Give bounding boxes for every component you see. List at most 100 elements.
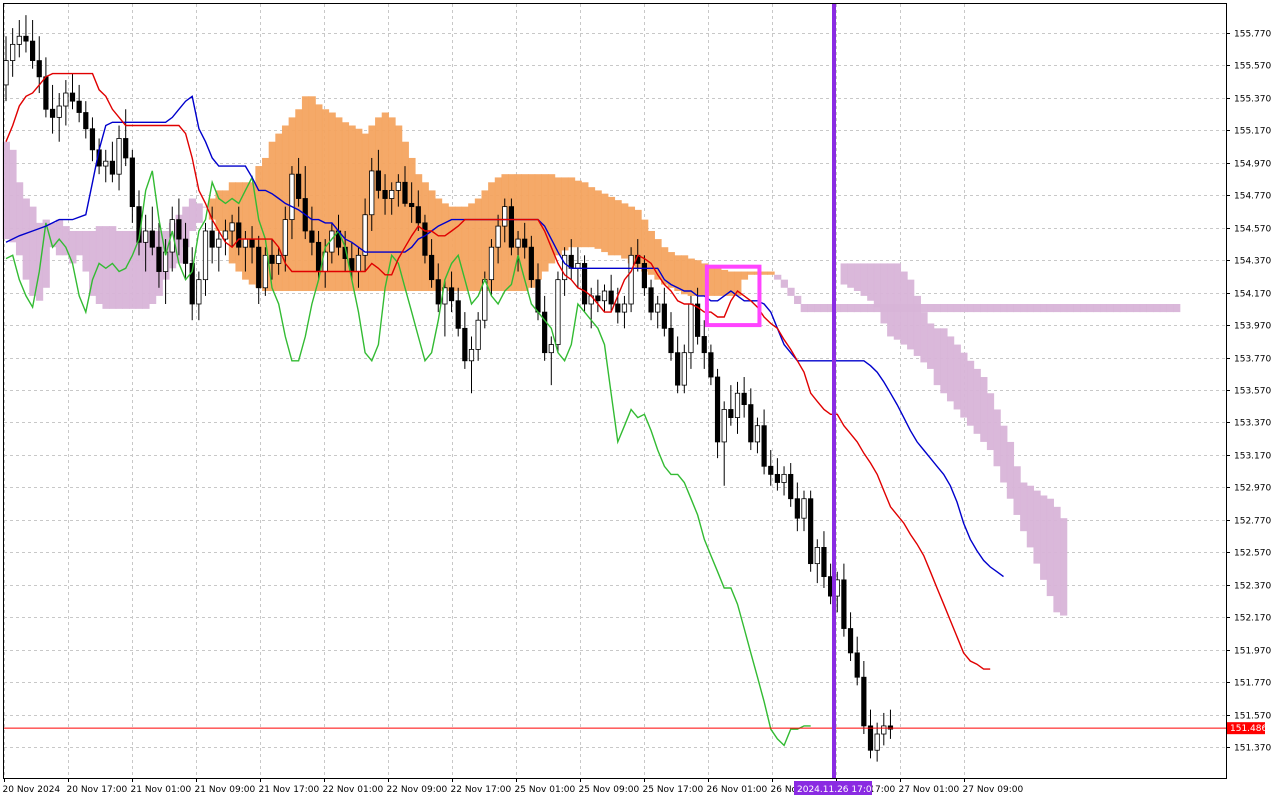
candle-body-bullish	[202, 230, 209, 281]
candle-body-bearish	[714, 376, 721, 443]
candle-body-bullish	[63, 92, 69, 107]
cloud-segment	[1079, 303, 1088, 313]
time-tick-label: 20 Nov 2024	[3, 785, 61, 795]
cloud-segment	[986, 303, 995, 313]
cloud-segment	[335, 117, 343, 292]
candle-body-bearish	[36, 60, 42, 78]
candle-body-bullish	[495, 225, 501, 248]
candle-body-bearish	[675, 352, 681, 386]
candle-body-bullish	[601, 290, 608, 302]
time-tick-label: 21 Nov 01:00	[131, 785, 192, 795]
candle-body-bullish	[575, 263, 581, 269]
cloud-segment	[1139, 303, 1148, 313]
cloud-segment	[933, 303, 941, 313]
cloud-segment	[1053, 303, 1061, 313]
candle-body-bullish	[389, 190, 395, 199]
candle-body-bullish	[515, 238, 521, 248]
time-tick-label: 20 Nov 17:00	[67, 785, 128, 795]
cloud-segment	[747, 271, 755, 275]
cloud-segment	[89, 230, 97, 296]
time-tick-label: 25 Nov 09:00	[579, 785, 640, 795]
cloud-segment	[940, 303, 948, 313]
cloud-segment	[1020, 303, 1028, 313]
cloud-segment	[1060, 303, 1068, 313]
cloud-segment	[1099, 303, 1108, 313]
current-price-label: 151.486	[1230, 724, 1267, 734]
candle-body-bearish	[508, 206, 515, 248]
cloud-segment	[1126, 303, 1134, 313]
cloud-segment	[574, 180, 582, 248]
candle-body-bearish	[595, 295, 601, 302]
candle-body-bearish	[522, 238, 528, 248]
cloud-segment	[840, 303, 848, 313]
candle-body-bearish	[708, 352, 714, 378]
cloud-segment-future	[1026, 485, 1035, 548]
candle-body-bearish	[182, 238, 189, 264]
candle-body-bullish	[282, 219, 288, 256]
cloud-segment-future	[1060, 518, 1068, 616]
cloud-segment	[188, 198, 197, 231]
price-tick-label: 153.170	[1234, 452, 1271, 462]
time-tick-label: 21 Nov 17:00	[259, 785, 320, 795]
cloud-segment	[1113, 303, 1121, 313]
candle-body-bearish	[76, 100, 82, 113]
time-tick-label: 27 Nov 09:00	[963, 785, 1024, 795]
cloud-segment	[973, 303, 981, 313]
candle-body-bullish	[814, 547, 820, 565]
candle-body-bearish	[149, 230, 155, 248]
cloud-segment	[740, 271, 749, 280]
candle-body-bullish	[216, 238, 222, 248]
cloud-segment	[15, 182, 24, 256]
cloud-segment	[820, 303, 828, 313]
candle-body-bearish	[821, 547, 827, 578]
time-tick-label: 21 Nov 09:00	[195, 785, 256, 795]
cloud-segment-future	[927, 323, 935, 369]
candle-body-bearish	[661, 303, 667, 329]
candle-body-bearish	[256, 246, 262, 289]
cloud-segment	[813, 303, 822, 313]
candle-body-bearish	[741, 392, 747, 406]
candle-body-bearish	[847, 628, 854, 654]
candle-body-bullish	[502, 206, 508, 227]
cloud-segment-future	[966, 360, 975, 426]
candle-body-bullish	[754, 425, 761, 443]
cloud-segment	[1040, 303, 1048, 313]
candle-body-bearish	[422, 222, 428, 256]
cloud-segment-future	[840, 263, 848, 285]
candle-body-bearish	[69, 92, 76, 102]
candle-body-bearish	[23, 35, 29, 42]
candle-body-bearish	[209, 230, 215, 248]
candle-body-bearish	[608, 290, 614, 305]
candle-body-bearish	[615, 303, 621, 313]
cloud-segment	[674, 255, 682, 292]
candle-body-bullish	[881, 725, 887, 735]
cloud-segment-future	[873, 263, 882, 308]
price-tick-label: 153.770	[1234, 355, 1271, 365]
candle-body-bearish	[535, 279, 541, 313]
candle-body-bearish	[581, 263, 588, 305]
price-tick-label: 152.770	[1234, 517, 1271, 527]
price-tick-label: 151.370	[1234, 744, 1271, 754]
cloud-segment	[847, 303, 855, 313]
candle-body-bearish	[648, 287, 654, 313]
cloud-segment	[680, 255, 689, 295]
cloud-segment	[1033, 303, 1041, 313]
cloud-segment	[82, 230, 90, 272]
price-tick-label: 154.370	[1234, 257, 1271, 267]
candle-body-bearish	[295, 173, 302, 199]
cloud-segment	[1000, 303, 1008, 313]
cloud-segment	[1066, 303, 1074, 313]
candle	[808, 490, 814, 572]
cloud-segment	[594, 190, 602, 249]
candle-body-bearish	[768, 465, 774, 475]
cloud-segment	[541, 174, 549, 272]
cloud-segment-future	[913, 295, 921, 356]
time-tick-label: 25 Nov 17:00	[643, 785, 704, 795]
candle-body-bearish	[83, 112, 89, 130]
candle-body-bearish	[236, 222, 242, 248]
candle-body-bullish	[10, 43, 16, 61]
cloud-segment	[75, 230, 84, 256]
cloud-segment	[601, 193, 609, 253]
time-tick-label: 22 Nov 17:00	[451, 785, 512, 795]
cloud-segment-future	[1020, 482, 1028, 532]
